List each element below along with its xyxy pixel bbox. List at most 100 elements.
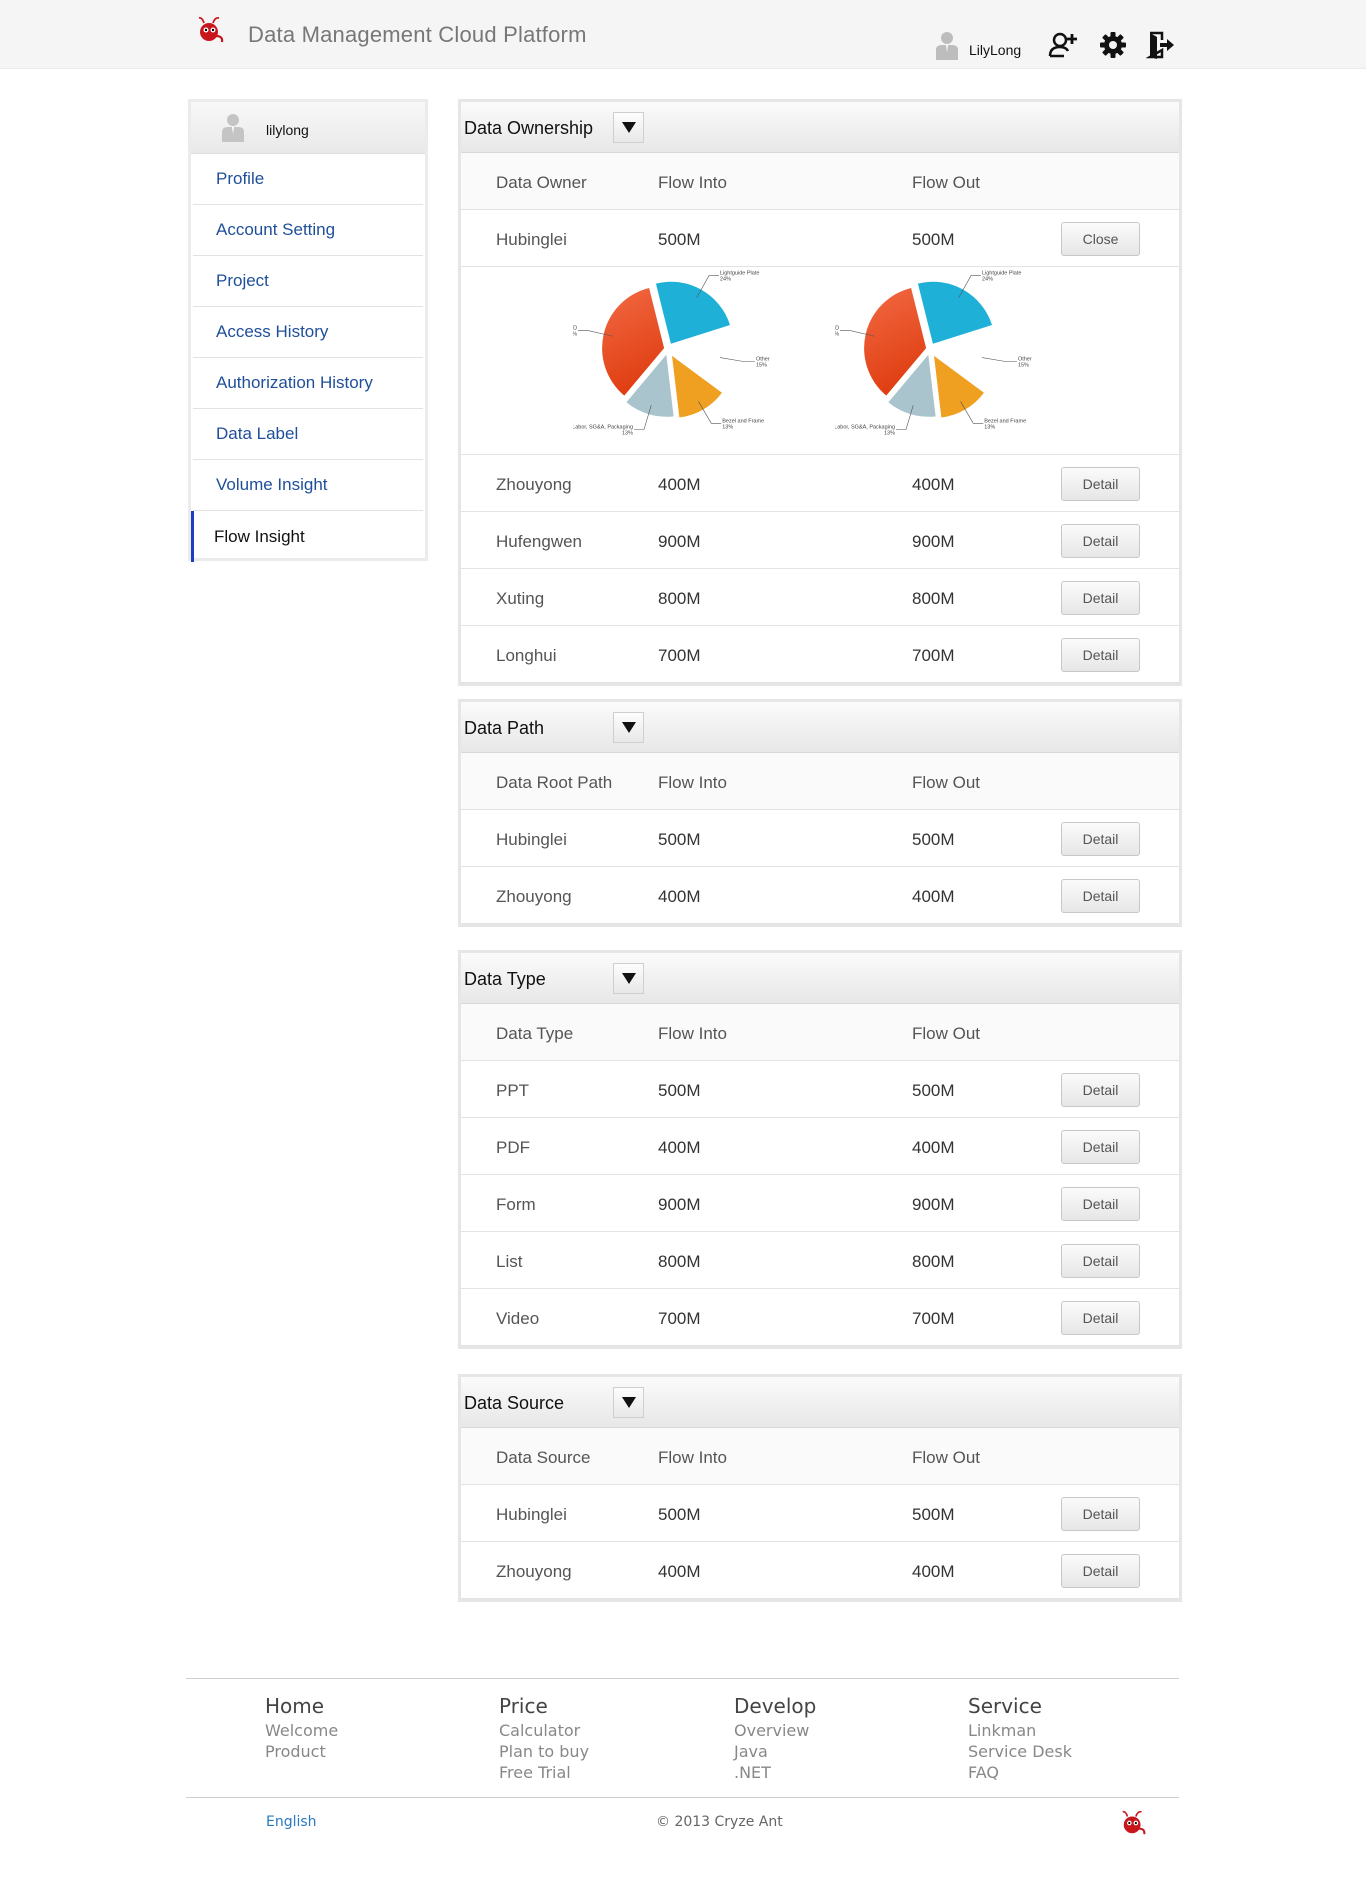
footer-link[interactable]: Calculator <box>499 1720 589 1741</box>
detail-button[interactable]: Detail <box>1061 1301 1140 1335</box>
detail-button[interactable]: Detail <box>1061 581 1140 615</box>
panel-dropdown-button[interactable] <box>613 963 644 994</box>
panel-dropdown-button[interactable] <box>613 712 644 743</box>
footer-heading[interactable]: Develop <box>734 1694 816 1718</box>
detail-button[interactable]: Detail <box>1061 879 1140 913</box>
table-header-row: Data Root Path Flow Into Flow Out <box>461 753 1179 810</box>
sidebar-item-account-setting[interactable]: Account Setting <box>193 205 423 256</box>
column-header-flow-out: Flow Out <box>912 1448 981 1467</box>
close-button[interactable]: Close <box>1061 222 1140 256</box>
table-row: Zhouyong 400M 400M Detail <box>461 455 1179 512</box>
language-link[interactable]: English <box>266 1814 317 1830</box>
table-header-row: Data Type Flow Into Flow Out <box>461 1004 1179 1061</box>
table-row: Zhouyong 400M 400M Detail <box>461 1542 1179 1599</box>
triangle-down-icon <box>621 1397 636 1408</box>
table-row: List 800M 800M Detail <box>461 1232 1179 1289</box>
footer-heading[interactable]: Home <box>265 1694 338 1718</box>
detail-button[interactable]: Detail <box>1061 467 1140 501</box>
ant-logo-icon[interactable] <box>196 14 226 46</box>
footer-link[interactable]: Product <box>265 1741 338 1762</box>
cell-flow-out: 800M <box>912 589 955 608</box>
footer-link[interactable]: FAQ <box>968 1762 1072 1783</box>
pie-leader-line <box>719 357 755 363</box>
footer-link[interactable]: Linkman <box>968 1720 1072 1741</box>
column-header-type: Data Type <box>496 1024 574 1043</box>
column-header-flow-into: Flow Into <box>658 1024 727 1043</box>
column-header-root-path: Data Root Path <box>496 773 613 792</box>
triangle-down-icon <box>621 973 636 984</box>
table-header-row: Data Owner Flow Into Flow Out <box>461 153 1179 210</box>
footer-link[interactable]: Overview <box>734 1720 816 1741</box>
pie-chart-right: Lightguide Plate24%Other15%Bezel and Fra… <box>835 271 1032 437</box>
detail-button[interactable]: Detail <box>1061 1244 1140 1278</box>
sidebar-item-project[interactable]: Project <box>193 256 423 307</box>
footer-link[interactable]: Plan to buy <box>499 1741 589 1762</box>
detail-button[interactable]: Detail <box>1061 1130 1140 1164</box>
cell-flow-into: 800M <box>658 1252 701 1271</box>
data-source-panel: Data Source Data Source Flow Into Flow O… <box>458 1374 1182 1602</box>
table-row: Longhui 700M 700M Detail <box>461 626 1179 683</box>
panel-dropdown-button[interactable] <box>613 112 644 143</box>
table-row: PDF 400M 400M Detail <box>461 1118 1179 1175</box>
cell-flow-out: 900M <box>912 1195 955 1214</box>
logout-icon[interactable] <box>1146 30 1176 60</box>
sidebar-item-access-history[interactable]: Access History <box>193 307 423 358</box>
detail-button[interactable]: Detail <box>1061 1554 1140 1588</box>
pie-slice-lightguide-plate <box>655 281 731 344</box>
sidebar-user: lilylong <box>191 102 425 154</box>
detail-button[interactable]: Detail <box>1061 1073 1140 1107</box>
footer-heading[interactable]: Price <box>499 1694 589 1718</box>
column-header-flow-into: Flow Into <box>658 173 727 192</box>
cell-name: Zhouyong <box>496 887 572 906</box>
cell-name: Hubinglei <box>496 1505 567 1524</box>
detail-button[interactable]: Detail <box>1061 1497 1140 1531</box>
gear-icon[interactable] <box>1098 30 1128 60</box>
app-title: Data Management Cloud Platform <box>248 22 587 47</box>
cell-flow-into: 800M <box>658 589 701 608</box>
pie-slice-bezel-and-frame <box>672 355 722 418</box>
ant-logo-icon <box>1122 1810 1146 1835</box>
column-header-owner: Data Owner <box>496 173 587 192</box>
detail-button[interactable]: Detail <box>1061 638 1140 672</box>
footer-link[interactable]: .NET <box>734 1762 816 1783</box>
panel-dropdown-button[interactable] <box>613 1387 644 1418</box>
header-user[interactable]: LilyLong <box>935 26 1021 60</box>
sidebar-item-flow-insight[interactable]: Flow Insight <box>191 511 423 562</box>
sidebar-item-volume-insight[interactable]: Volume Insight <box>193 460 423 511</box>
sidebar-item-authorization-history[interactable]: Authorization History <box>193 358 423 409</box>
table-row: Video 700M 700M Detail <box>461 1289 1179 1346</box>
footer-heading[interactable]: Service <box>968 1694 1072 1718</box>
cell-name: Hubinglei <box>496 830 567 849</box>
header-username: LilyLong <box>969 42 1022 58</box>
footer-link[interactable]: Service Desk <box>968 1741 1072 1762</box>
footer-column-price: Price Calculator Plan to buy Free Trial <box>499 1694 589 1783</box>
footer-column-develop: Develop Overview Java .NET <box>734 1694 816 1783</box>
cell-name: Zhouyong <box>496 1562 572 1581</box>
pie-percent-label: 15% <box>756 363 767 369</box>
table-row: PPT 500M 500M Detail <box>461 1061 1179 1118</box>
panel-header: Data Path <box>461 702 1179 753</box>
footer-link[interactable]: Java <box>734 1741 816 1762</box>
footer-link[interactable]: Free Trial <box>499 1762 589 1783</box>
detail-button[interactable]: Detail <box>1061 822 1140 856</box>
cell-name: Longhui <box>496 646 557 665</box>
add-user-icon[interactable] <box>1048 30 1078 60</box>
footer-column-service: Service Linkman Service Desk FAQ <box>968 1694 1072 1783</box>
pie-percent-label: 24% <box>720 277 731 283</box>
cell-flow-into: 500M <box>658 1081 701 1100</box>
top-header: Data Management Cloud Platform LilyLong <box>0 0 1366 69</box>
cell-flow-into: 400M <box>658 1562 701 1581</box>
cell-name: PDF <box>496 1138 530 1157</box>
detail-button[interactable]: Detail <box>1061 524 1140 558</box>
detail-button[interactable]: Detail <box>1061 1187 1140 1221</box>
data-path-panel: Data Path Data Root Path Flow Into Flow … <box>458 699 1182 927</box>
sidebar-item-profile[interactable]: Profile <box>193 154 423 205</box>
sidebar-item-data-label[interactable]: Data Label <box>193 409 423 460</box>
table-row: Xuting 800M 800M Detail <box>461 569 1179 626</box>
column-header-flow-into: Flow Into <box>658 773 727 792</box>
cell-flow-into: 400M <box>658 887 701 906</box>
data-type-panel: Data Type Data Type Flow Into Flow Out P… <box>458 950 1182 1349</box>
column-header-flow-into: Flow Into <box>658 1448 727 1467</box>
table-row: Hubinglei 500M 500M Close <box>461 210 1179 267</box>
footer-link[interactable]: Welcome <box>265 1720 338 1741</box>
